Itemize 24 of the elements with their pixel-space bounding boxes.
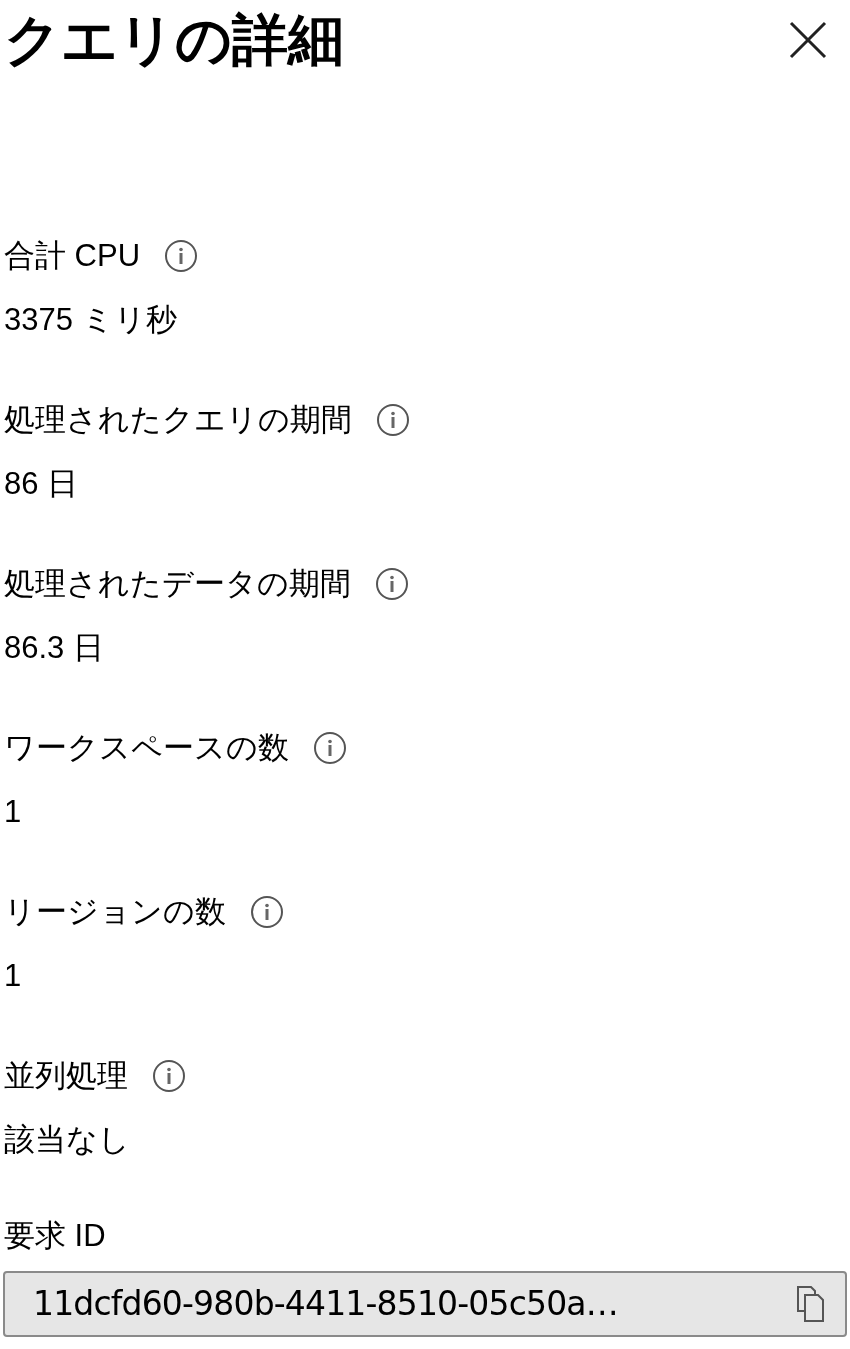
detail-label: リージョンの数 [4,892,226,931]
detail-value: 86 日 [4,464,79,503]
copy-icon[interactable] [795,1285,825,1323]
detail-label: 処理されたクエリの期間 [4,400,352,439]
request-id-value: 11dcfd60-980b-4411-8510-05c50a… [33,1283,618,1326]
panel-title: クエリの詳細 [3,12,344,68]
close-icon [788,20,828,60]
detail-value: 1 [4,792,22,831]
info-icon[interactable] [375,567,409,601]
detail-value: 1 [4,956,22,995]
detail-label: 合計 CPU [4,236,141,275]
info-icon[interactable] [164,239,199,273]
request-id-label: 要求 ID [4,1216,106,1255]
detail-value: 3375 ミリ秒 [4,300,177,339]
info-icon[interactable] [313,731,347,765]
info-icon[interactable] [250,895,284,929]
detail-label: 並列処理 [4,1056,128,1095]
request-id-field[interactable]: 11dcfd60-980b-4411-8510-05c50a… [3,1271,847,1337]
detail-label: 処理されたデータの期間 [4,564,351,603]
detail-label: ワークスペースの数 [4,728,289,767]
detail-value: 該当なし [4,1120,130,1159]
detail-value: 86.3 日 [4,628,104,667]
info-icon[interactable] [376,403,410,437]
info-icon[interactable] [152,1059,186,1093]
